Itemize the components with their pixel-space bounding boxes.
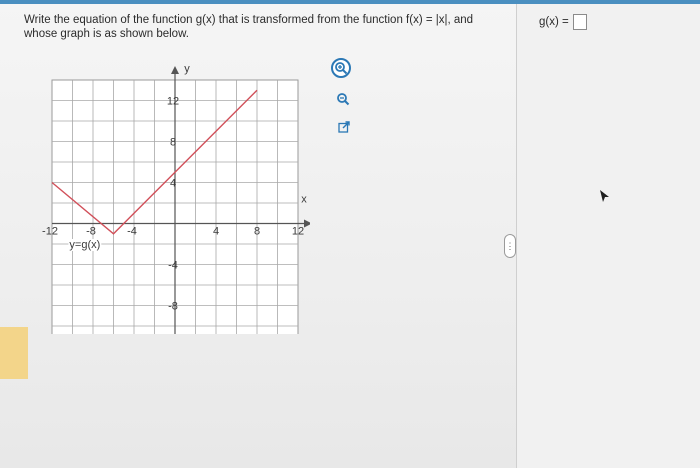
zoom-in-button[interactable] <box>331 58 351 78</box>
y-tick-label: 12 <box>167 96 179 108</box>
x-tick-label: -4 <box>127 226 137 238</box>
highlight-tab <box>0 327 28 379</box>
y-tick-label: 8 <box>170 137 176 149</box>
x-tick-label: -8 <box>86 226 96 238</box>
y-axis-label: y <box>184 63 190 75</box>
x-tick-label: 8 <box>254 226 260 238</box>
question-text: Write the equation of the function g(x) … <box>24 14 474 40</box>
answer-input[interactable] <box>572 14 587 30</box>
question-panel: Write the equation of the function g(x) … <box>0 4 516 468</box>
y-axis-arrow <box>171 66 179 74</box>
open-in-new-window-button[interactable] <box>334 117 354 137</box>
x-tick-label: 4 <box>213 226 219 238</box>
coordinate-graph: xy-12-8-448121284-4-8-12y=g(x) <box>42 63 312 354</box>
x-axis-arrow <box>304 219 312 228</box>
x-axis-label: x <box>301 194 307 206</box>
y-tick-label: 4 <box>170 178 176 190</box>
x-tick-label: 12 <box>292 226 304 238</box>
answer-panel: g(x) = <box>516 4 700 468</box>
y-tick-label: -8 <box>168 301 178 313</box>
x-tick-label: -12 <box>42 226 58 238</box>
curve-label: y=g(x) <box>69 239 100 251</box>
answer-row: g(x) = <box>539 14 587 30</box>
external-link-icon <box>338 121 350 133</box>
panel-resize-handle[interactable]: ⋮ <box>504 234 516 258</box>
zoom-out-icon <box>337 93 350 106</box>
answer-label: g(x) = <box>539 16 569 28</box>
resize-grip-icon: ⋮ <box>505 240 515 251</box>
zoom-out-button[interactable] <box>333 89 353 109</box>
zoom-in-icon <box>335 62 348 75</box>
graph-container: xy-12-8-448121284-4-8-12y=g(x) <box>40 62 312 354</box>
mouse-cursor-icon <box>600 189 610 207</box>
y-tick-label: -4 <box>168 260 178 272</box>
